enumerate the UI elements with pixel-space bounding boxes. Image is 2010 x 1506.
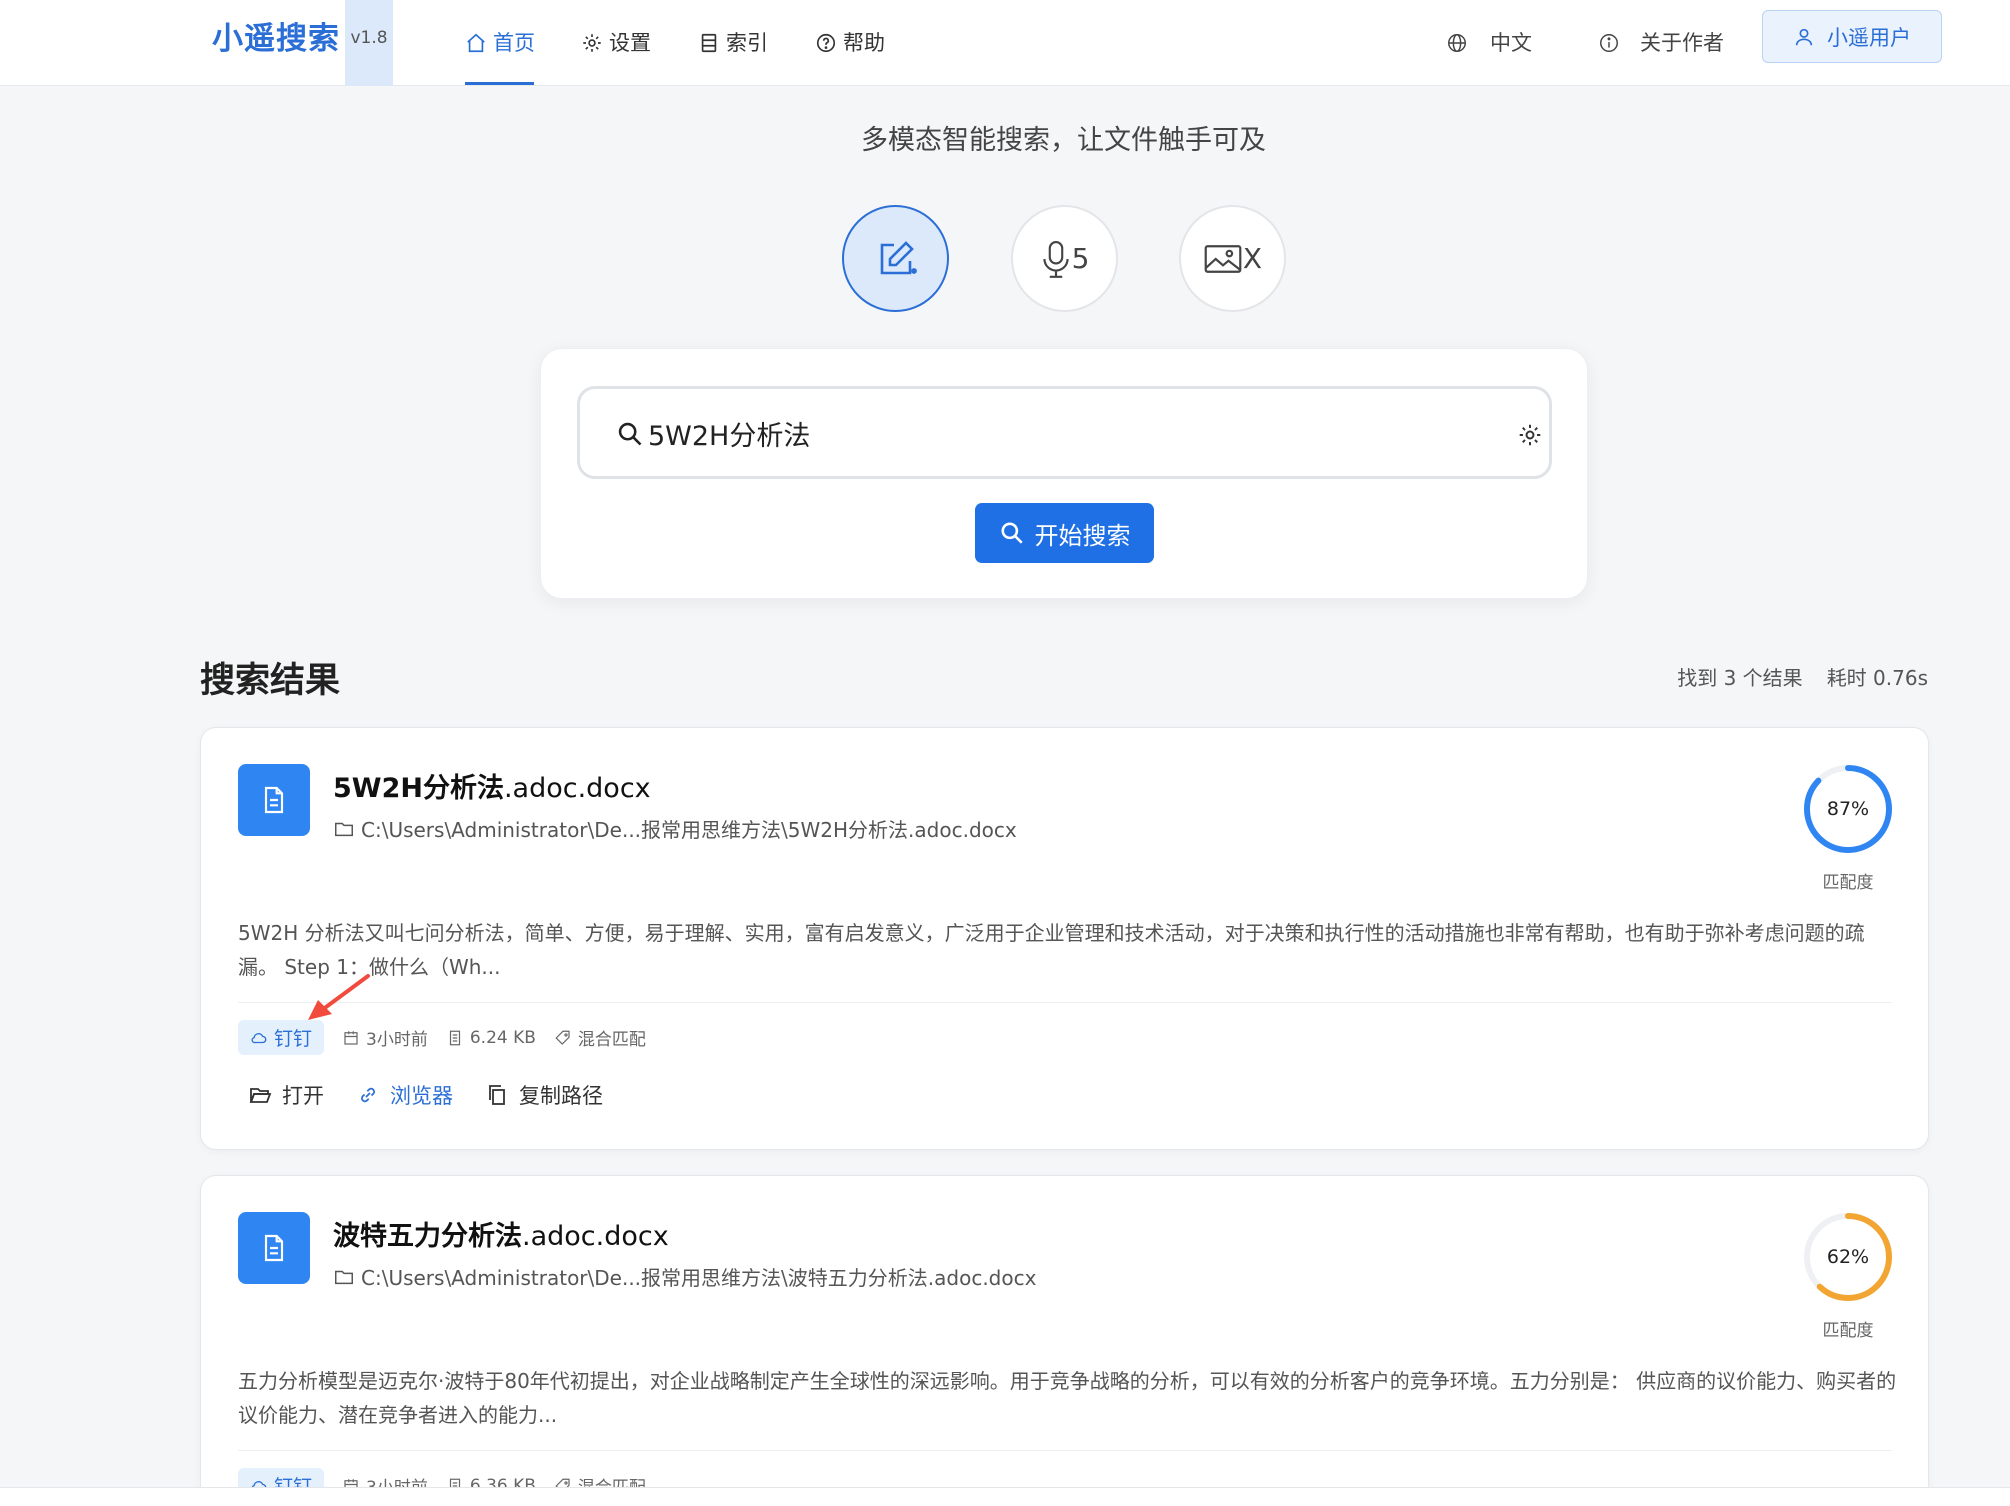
user-label: 小遥用户 [1827,25,1911,50]
nav-settings[interactable]: 设置 [581,22,651,64]
results-time: 耗时 0.76s [1826,666,1928,690]
text-mode-button[interactable] [842,205,949,312]
image-mode-button[interactable]: X [1179,205,1286,312]
copy-path-button[interactable]: 复制路径 [485,1080,603,1110]
user-icon [1795,28,1813,45]
gear-icon [583,34,601,52]
nav-home-label: 首页 [493,31,535,55]
globe-icon [1448,34,1466,52]
results-count: 找到 3 个结果 [1677,666,1803,690]
copy-icon [489,1085,505,1105]
image-icon [1204,244,1242,273]
version-badge: v1.8 [345,0,393,86]
divider [238,1450,1892,1451]
start-search-button[interactable]: 开始搜索 [975,503,1154,563]
nav-index-label: 索引 [726,31,768,55]
bottom-bar [0,1487,2010,1506]
calendar-icon [344,1030,358,1045]
about-label: 关于作者 [1640,31,1724,55]
result-card[interactable]: 5W2H分析法.adoc.docx C:\Users\Administrator… [200,727,1929,1150]
result-snippet: 5W2H 分析法又叫七问分析法，简单、方便，易于理解、实用，富有启发意义，广泛用… [238,921,1865,979]
info-icon [1600,34,1618,52]
match-caption: 匹配度 [1822,1321,1874,1341]
search-settings-icon[interactable] [1517,422,1543,448]
help-icon [816,33,836,53]
language-switch[interactable]: 中文 [1446,22,1532,64]
voice-mode-button[interactable]: 5 [1011,205,1118,312]
search-icon [1000,522,1023,544]
file-size-icon [449,1030,460,1045]
search-box[interactable] [577,386,1552,479]
open-button[interactable]: 打开 [248,1080,324,1110]
nav-home[interactable]: 首页 [465,22,535,64]
result-card[interactable]: 波特五力分析法.adoc.docx C:\Users\Administrator… [200,1175,1929,1506]
file-name[interactable]: 波特五力分析法.adoc.docx [333,1214,669,1253]
edit-icon [880,240,917,274]
divider [238,1002,1892,1003]
match-score: 87% [1826,798,1870,820]
file-path: C:\Users\Administrator\De...报常用思维方法\波特五力… [333,1262,1036,1291]
nav-active-underline [465,82,534,85]
home-icon [467,33,485,53]
cloud-icon [251,1032,267,1043]
size-tag: 6.24 KB [446,1028,536,1048]
search-card: 开始搜索 [540,348,1588,599]
microphone-icon [1042,240,1069,278]
nav-settings-label: 设置 [609,31,651,55]
top-header: 小遥搜索 v1.8 首页 设置 索引 帮助 中文 关于作者 小遥用户 [0,0,2010,86]
annotation-arrow-icon [308,974,370,1020]
user-button[interactable]: 小遥用户 [1762,10,1942,63]
about-author-link[interactable]: 关于作者 [1598,22,1724,64]
results-meta: 找到 3 个结果 耗时 0.76s [1677,662,1928,691]
match-type-tag: 混合匹配 [554,1025,646,1050]
link-icon [361,1087,375,1103]
time-tag: 3小时前 [342,1025,428,1050]
file-name[interactable]: 5W2H分析法.adoc.docx [333,766,651,805]
result-actions: 打开 浏览器 复制路径 [248,1080,603,1110]
image-mode-label: X [1242,242,1263,275]
search-input[interactable] [648,409,1448,457]
tagline: 多模态智能搜索，让文件触手可及 [861,125,1266,156]
file-path: C:\Users\Administrator\De...报常用思维方法\5W2H… [333,814,1017,843]
tag-icon [555,1030,570,1045]
search-icon [618,422,642,446]
folder-icon [335,822,353,836]
voice-mode-label: 5 [1071,242,1090,275]
match-score: 62% [1826,1246,1870,1268]
app-logo[interactable]: 小遥搜索 [212,18,340,60]
folder-icon [335,1270,353,1284]
index-icon [701,33,717,53]
browser-button[interactable]: 浏览器 [356,1080,453,1110]
start-search-label: 开始搜索 [1034,521,1131,550]
document-icon [238,1212,310,1284]
results-title: 搜索结果 [200,661,341,701]
nav-help[interactable]: 帮助 [815,22,885,64]
folder-open-icon [249,1088,272,1103]
match-caption: 匹配度 [1822,873,1874,893]
document-icon [238,764,310,836]
nav-index[interactable]: 索引 [698,22,768,64]
language-label: 中文 [1490,31,1532,55]
result-snippet: 五力分析模型是迈克尔·波特于80年代初提出，对企业战略制定产生全球性的深远影响。… [238,1369,1897,1427]
nav-help-label: 帮助 [843,31,885,55]
